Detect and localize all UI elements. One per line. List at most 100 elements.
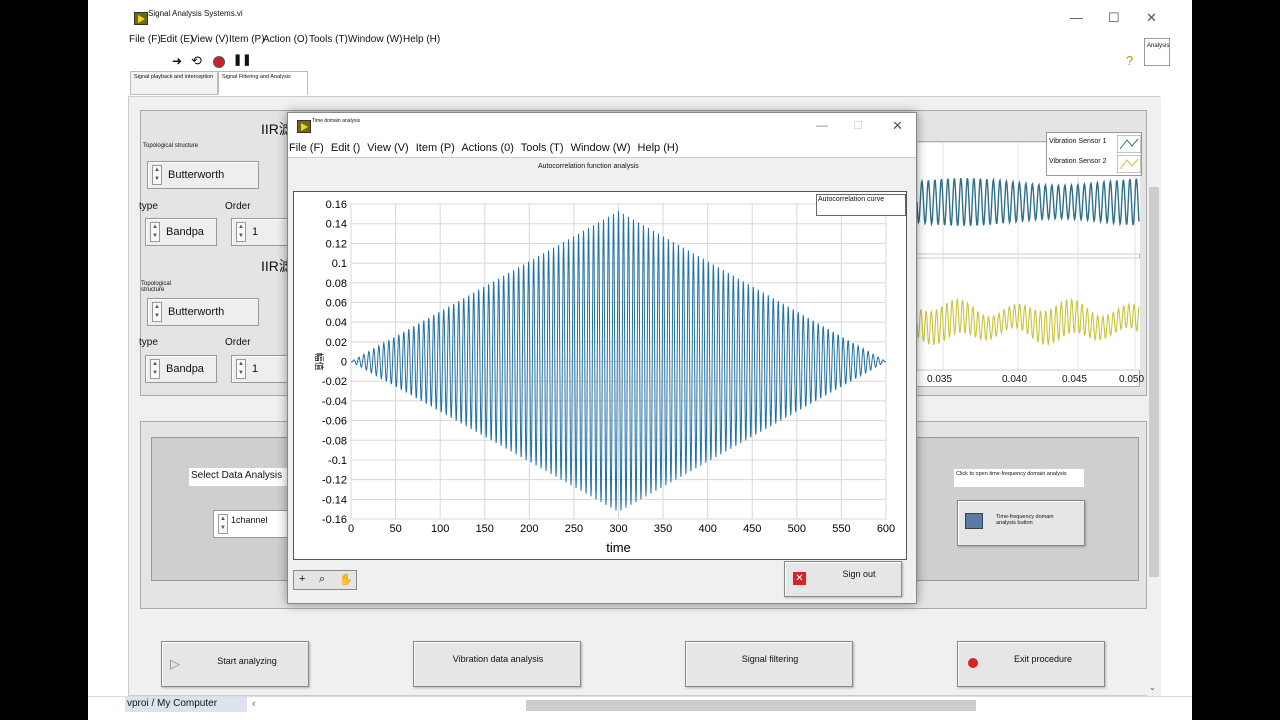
time-freq-button[interactable]: Time-frequency domain analysis button	[957, 500, 1085, 546]
start-analyzing-button[interactable]: ▷ Start analyzing	[161, 641, 309, 687]
menu-item[interactable]: Item (P)	[229, 34, 265, 45]
menu-action[interactable]: Action (O)	[263, 34, 308, 45]
stepper-arrows-icon[interactable]: ▲ ▼	[236, 222, 246, 242]
title-bar: Signal Analysis Systems.vi — ☐ ✕	[88, 0, 1192, 34]
pan-hand-icon[interactable]: ✋	[339, 573, 353, 586]
run-arrow-icon[interactable]: ➜	[172, 54, 182, 68]
y-tick-label: 0.06	[326, 297, 347, 309]
y-tick-label: 0.1	[332, 258, 347, 270]
x-tick-label: 600	[877, 523, 895, 535]
scroll-left-icon[interactable]: ‹	[252, 698, 256, 710]
x-tick-label: 0	[348, 523, 354, 535]
help-icon[interactable]: ?	[1126, 53, 1133, 68]
autocorrelation-plot: 0 50 100 150 200 250 300 350 400 450 500 550 600 0.16…	[313, 199, 895, 555]
popup-menu-item[interactable]: Item (P)	[416, 142, 455, 154]
y-tick-label: 0.02	[326, 337, 347, 349]
menu-view[interactable]: View (V)	[191, 34, 229, 45]
exit-procedure-label: Exit procedure	[1013, 654, 1073, 664]
window-title: Signal Analysis Systems.vi	[148, 9, 243, 18]
minimize-icon[interactable]: —	[1070, 10, 1083, 25]
y-tick-label: 0	[341, 357, 347, 369]
structure-select-2[interactable]: ▲ ▼ Butterworth	[147, 298, 259, 326]
cursor-crosshair-icon[interactable]: +	[299, 573, 305, 585]
popup-close-icon[interactable]: ✕	[892, 118, 903, 134]
sensor-waveform-svg	[917, 142, 1141, 371]
popup-menu-view[interactable]: View (V)	[367, 142, 408, 154]
type-select-2[interactable]: ▲ ▼ Bandpa	[145, 355, 217, 383]
popup-menu-edit[interactable]: Edit ()	[331, 142, 360, 154]
menu-help[interactable]: Help (H)	[403, 34, 440, 45]
tab-signal-playback[interactable]: Signal playback and interception	[130, 71, 218, 95]
x-tick-label: 50	[389, 523, 401, 535]
y-tick-label: -0.08	[322, 435, 347, 447]
signal-filtering-label: Signal filtering	[741, 654, 799, 664]
scrollbar-thumb[interactable]	[1149, 187, 1159, 577]
maximize-icon[interactable]: ☐	[1108, 10, 1120, 26]
time-freq-caption: Click to open time-frequency domain anal…	[954, 469, 1084, 487]
zoom-icon[interactable]: ⌕	[319, 573, 325, 586]
ring-arrows-icon[interactable]: ▲ ▼	[152, 165, 162, 185]
close-red-icon: ✕	[793, 572, 806, 585]
menu-edit[interactable]: Edit (E)	[160, 34, 193, 45]
plot-legend: Autocorrelation curve	[816, 194, 906, 216]
play-icon: ▷	[170, 656, 180, 671]
menu-window[interactable]: Window (W)	[348, 34, 402, 45]
tab-signal-filtering[interactable]: Signal Filtering and Analysis	[218, 71, 308, 95]
sign-out-label: Sign out	[842, 569, 876, 579]
ring-arrows-icon[interactable]: ▲ ▼	[150, 359, 160, 379]
type-value-1: Bandpa	[166, 226, 204, 238]
signal-filtering-button[interactable]: Signal filtering	[685, 641, 853, 687]
y-tick-label: 0.14	[326, 219, 347, 231]
vibration-analysis-button[interactable]: Vibration data analysis	[413, 641, 581, 687]
channel-value: 1channel	[231, 515, 268, 525]
menu-bar: File (F) Edit (E) View (V) Item (P) Acti…	[88, 31, 1192, 49]
popup-menu-window[interactable]: Window (W)	[571, 142, 631, 154]
structure-label-2: Topological structure	[141, 281, 172, 293]
menu-file[interactable]: File (F)	[129, 34, 161, 45]
popup-menu-actions[interactable]: Actions (0)	[461, 142, 514, 154]
ring-arrows-icon[interactable]: ▲ ▼	[152, 302, 162, 322]
legend-sensor-1: Vibration Sensor 1	[1049, 138, 1107, 145]
project-path: vproi / My Computer	[125, 697, 247, 712]
legend-sensor-2: Vibration Sensor 2	[1049, 158, 1107, 165]
abort-icon[interactable]	[213, 56, 225, 68]
stepper-arrows-icon[interactable]: ▲ ▼	[236, 359, 246, 379]
order-stepper-1[interactable]: ▲ ▼ 1	[231, 218, 291, 246]
menu-tools[interactable]: Tools (T)	[309, 34, 348, 45]
type-label-2: type	[139, 337, 158, 348]
sign-out-button[interactable]: ✕ Sign out	[784, 561, 902, 597]
ring-arrows-icon[interactable]: ▲ ▼	[150, 222, 160, 242]
scroll-down-icon[interactable]: ⌄	[1149, 683, 1156, 692]
bg-xtick: 0.035	[927, 374, 953, 385]
vibration-analysis-label: Vibration data analysis	[452, 654, 544, 664]
channel-select[interactable]: ▲ ▼ 1channel	[213, 510, 291, 538]
sensor-legend: Vibration Sensor 1 Vibration Sensor 2	[1046, 132, 1142, 176]
structure-value-2: Butterworth	[168, 306, 225, 318]
y-tick-label: -0.16	[322, 514, 347, 526]
vertical-scrollbar[interactable]: ⌄	[1147, 97, 1161, 697]
order-label-2: Order	[225, 337, 251, 348]
y-tick-label: -0.06	[322, 416, 347, 428]
popup-menu-help[interactable]: Help (H)	[638, 142, 679, 154]
y-tick-label: -0.14	[322, 494, 347, 506]
structure-select-1[interactable]: ▲ ▼ Butterworth	[147, 161, 259, 189]
popup-minimize-icon[interactable]: —	[816, 118, 828, 132]
type-select-1[interactable]: ▲ ▼ Bandpa	[145, 218, 217, 246]
exit-procedure-button[interactable]: Exit procedure	[957, 641, 1105, 687]
run-continuously-icon[interactable]: ⟲	[191, 53, 202, 69]
type-value-2: Bandpa	[166, 363, 204, 375]
horizontal-scrollbar-thumb[interactable]	[526, 700, 976, 711]
x-tick-label: 450	[743, 523, 761, 535]
close-icon[interactable]: ✕	[1146, 10, 1157, 26]
y-tick-label: 0.08	[326, 278, 347, 290]
ring-arrows-icon[interactable]: ▲ ▼	[218, 514, 228, 534]
sensor-waveform-chart: Vibration Sensor 1 Vibration Sensor 2 0.…	[916, 132, 1144, 387]
popup-menu-file[interactable]: File (F)	[289, 142, 324, 154]
popup-menu-tools[interactable]: Tools (T)	[521, 142, 564, 154]
x-tick-label: 400	[698, 523, 716, 535]
y-tick-label: 0.04	[326, 317, 347, 329]
y-tick-label: -0.04	[322, 396, 347, 408]
popup-maximize-icon[interactable]: ☐	[853, 119, 863, 132]
pause-icon[interactable]: ❚❚	[233, 53, 251, 66]
order-stepper-2[interactable]: ▲ ▼ 1	[231, 355, 291, 383]
